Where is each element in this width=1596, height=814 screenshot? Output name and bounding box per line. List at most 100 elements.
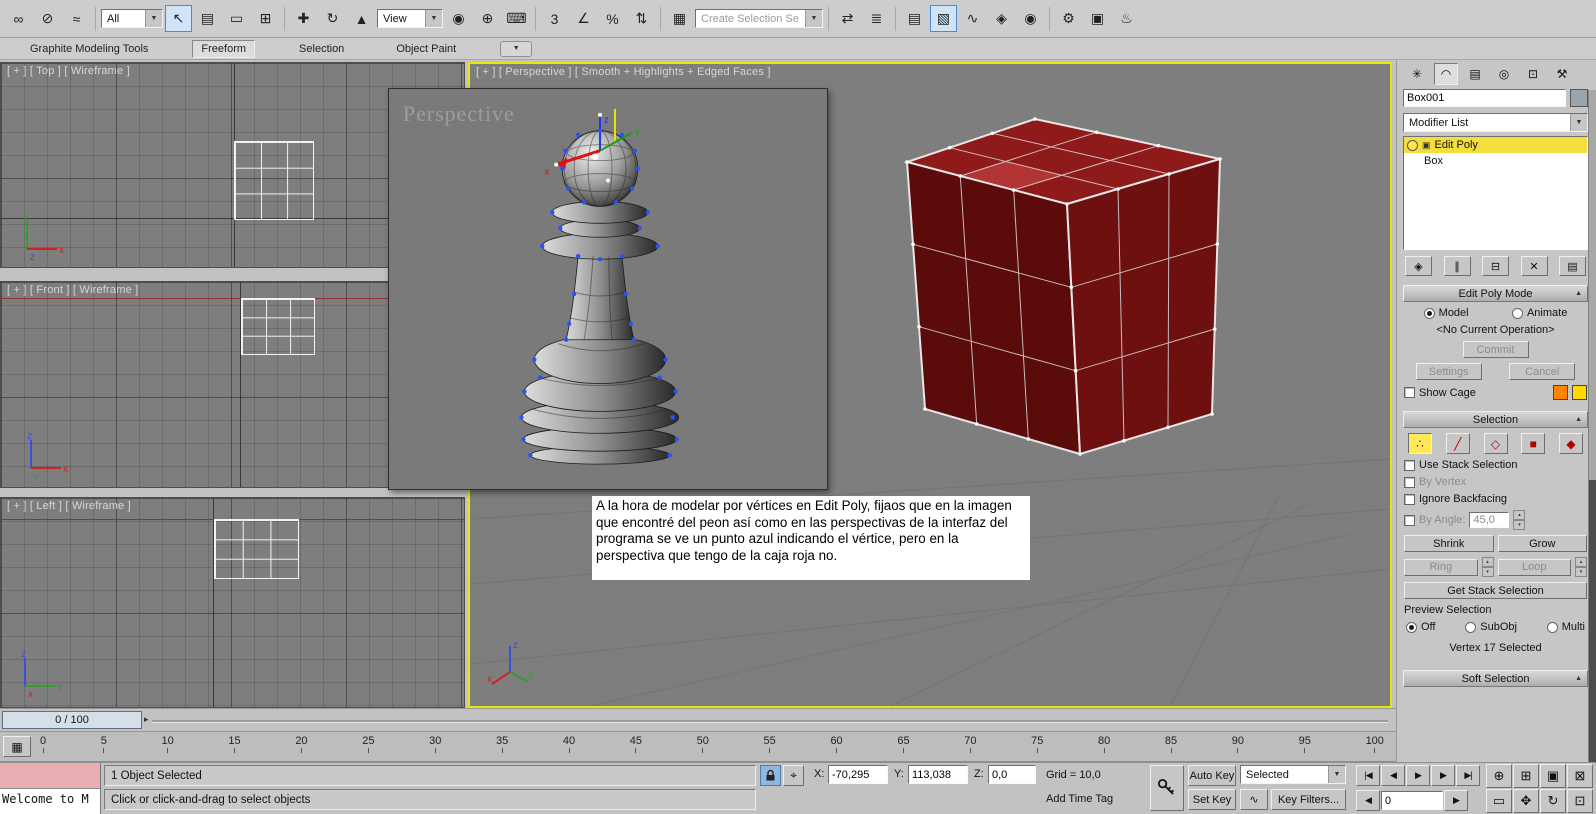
graphite-ribbon-toggle-icon[interactable]: ▧ bbox=[930, 5, 957, 32]
angle-snap-icon[interactable]: ∠ bbox=[570, 5, 597, 32]
model-radio[interactable]: Model bbox=[1423, 307, 1469, 319]
previous-frame-button[interactable]: ◀ bbox=[1381, 765, 1405, 786]
pin-stack-icon[interactable]: ◈ bbox=[1405, 256, 1432, 276]
listener-output[interactable]: Welcome to M bbox=[0, 789, 100, 814]
hierarchy-tab-icon[interactable]: ▤ bbox=[1463, 63, 1487, 85]
selection-set-key-dropdown[interactable]: Selected ▼ bbox=[1240, 765, 1346, 784]
red-box-object[interactable] bbox=[903, 117, 1222, 456]
element-subobject-icon[interactable]: ◆ bbox=[1559, 433, 1583, 454]
tab-selection[interactable]: Selection bbox=[291, 41, 352, 57]
listener-macro-recorder[interactable] bbox=[0, 763, 100, 789]
select-and-manipulate-icon[interactable]: ⊕ bbox=[474, 5, 501, 32]
absolute-mode-toggle-icon[interactable]: ⌖ bbox=[783, 765, 804, 786]
go-to-end-button[interactable]: ▶| bbox=[1456, 765, 1480, 786]
snaps-toggle-icon[interactable]: 3 bbox=[541, 5, 568, 32]
create-tab-icon[interactable]: ✳ bbox=[1405, 63, 1429, 85]
pan-icon[interactable]: ✥ bbox=[1513, 789, 1539, 813]
loop-spinner[interactable]: ▴ ▾ bbox=[1575, 557, 1587, 577]
box-wireframe-left-view[interactable] bbox=[214, 519, 299, 579]
edit-named-selection-sets-icon[interactable]: ▦ bbox=[666, 5, 693, 32]
select-by-name-icon[interactable]: ▤ bbox=[194, 5, 221, 32]
tab-object-paint[interactable]: Object Paint bbox=[388, 41, 464, 57]
cage-color-swatch[interactable] bbox=[1553, 385, 1568, 400]
track-bar[interactable]: ▦ 0 5 10 15 20 25 30 35 40 45 50 55 60 6… bbox=[0, 732, 1396, 762]
polygon-subobject-icon[interactable]: ■ bbox=[1521, 433, 1546, 454]
material-editor-icon[interactable]: ◉ bbox=[1017, 5, 1044, 32]
rendered-frame-window-icon[interactable]: ▣ bbox=[1084, 5, 1111, 32]
rollout-collapse-icon[interactable]: ▲ bbox=[1575, 675, 1582, 682]
rollout-header-edit-poly-mode[interactable]: Edit Poly Mode ▲ bbox=[1403, 285, 1588, 302]
commit-button[interactable]: Commit bbox=[1462, 341, 1529, 358]
cancel-button[interactable]: Cancel bbox=[1509, 363, 1576, 380]
box-wireframe-top-view[interactable] bbox=[234, 141, 314, 220]
by-angle-spinner[interactable]: ▴ ▾ bbox=[1513, 510, 1526, 530]
ribbon-minimize-dropdown[interactable]: ▼ bbox=[500, 40, 533, 57]
align-icon[interactable]: ≣ bbox=[863, 5, 890, 32]
render-setup-icon[interactable]: ⚙ bbox=[1055, 5, 1082, 32]
remove-modifier-icon[interactable]: ✕ bbox=[1520, 256, 1548, 276]
window-crossing-icon[interactable]: ⊞ bbox=[252, 5, 279, 32]
object-name-field[interactable] bbox=[1403, 89, 1566, 107]
next-frame-arrow-icon[interactable]: ▸ bbox=[144, 714, 149, 725]
grow-button[interactable]: Grow bbox=[1497, 535, 1587, 552]
percent-snap-icon[interactable]: % bbox=[599, 5, 626, 32]
ring-button[interactable]: Ring bbox=[1404, 558, 1478, 576]
selection-lock-toggle[interactable] bbox=[760, 765, 781, 786]
layer-manager-icon[interactable]: ▤ bbox=[901, 5, 928, 32]
select-and-link-icon[interactable]: ∞ bbox=[5, 5, 32, 32]
select-and-scale-icon[interactable]: ▲ bbox=[348, 5, 375, 32]
selection-filter-dropdown[interactable]: All ▼ bbox=[101, 9, 163, 28]
ignore-backfacing-checkbox[interactable] bbox=[1404, 493, 1415, 505]
reference-coordinate-system-dropdown[interactable]: View ▼ bbox=[377, 9, 443, 28]
motion-tab-icon[interactable]: ◎ bbox=[1492, 63, 1516, 85]
select-and-rotate-icon[interactable]: ↻ bbox=[319, 5, 346, 32]
mirror-icon[interactable]: ⇄ bbox=[834, 5, 861, 32]
y-coordinate-field[interactable] bbox=[908, 765, 968, 784]
modifier-list-dropdown[interactable]: Modifier List ▼ bbox=[1403, 113, 1588, 132]
make-unique-icon[interactable]: ⊟ bbox=[1482, 256, 1509, 276]
zoom-all-icon[interactable]: ⊞ bbox=[1513, 764, 1539, 788]
preview-subobj-radio[interactable]: SubObj bbox=[1465, 621, 1517, 633]
ring-spinner[interactable]: ▴ ▾ bbox=[1481, 557, 1494, 577]
viewport-left[interactable]: [ + ] [ Left ] [ Wireframe ] z y x bbox=[0, 497, 465, 708]
object-color-swatch[interactable] bbox=[1570, 89, 1588, 107]
key-filters-button[interactable]: Key Filters... bbox=[1271, 789, 1346, 810]
viewport-front-label[interactable]: [ + ] [ Front ] [ Wireframe ] bbox=[7, 284, 138, 296]
preview-multi-radio[interactable]: Multi bbox=[1546, 621, 1585, 633]
command-panel-scrollbar[interactable] bbox=[1588, 90, 1596, 770]
chevron-down-icon[interactable]: ▼ bbox=[145, 10, 162, 27]
schematic-view-icon[interactable]: ◈ bbox=[988, 5, 1015, 32]
by-vertex-checkbox[interactable] bbox=[1404, 476, 1415, 488]
zoom-region-icon[interactable]: ▭ bbox=[1486, 789, 1512, 813]
configure-modifier-sets-icon[interactable]: ▤ bbox=[1559, 256, 1586, 276]
get-stack-selection-button[interactable]: Get Stack Selection bbox=[1404, 582, 1587, 599]
spinner-snap-icon[interactable]: ⇅ bbox=[628, 5, 655, 32]
select-and-move-icon[interactable]: ✚ bbox=[290, 5, 317, 32]
time-slider-track[interactable] bbox=[152, 720, 1388, 722]
previous-key-button[interactable]: ◀ bbox=[1356, 790, 1380, 811]
show-cage-checkbox[interactable] bbox=[1404, 387, 1415, 398]
next-key-button[interactable]: ▶ bbox=[1444, 790, 1468, 811]
default-tangent-icon[interactable]: ∿ bbox=[1240, 789, 1268, 810]
time-slider-handle[interactable]: 0 / 100 bbox=[2, 711, 142, 729]
viewport-perspective-label[interactable]: [ + ] [ Perspective ] [ Smooth + Highlig… bbox=[476, 66, 771, 78]
shrink-button[interactable]: Shrink bbox=[1404, 535, 1494, 552]
cage-selected-color-swatch[interactable] bbox=[1572, 385, 1587, 400]
preview-off-radio[interactable]: Off bbox=[1406, 621, 1435, 633]
by-angle-checkbox[interactable] bbox=[1404, 514, 1415, 526]
utilities-tab-icon[interactable]: ⚒ bbox=[1550, 63, 1574, 85]
by-angle-field[interactable] bbox=[1469, 512, 1510, 528]
chevron-down-icon[interactable]: ▼ bbox=[1570, 114, 1587, 131]
use-stack-selection-checkbox[interactable] bbox=[1404, 459, 1415, 471]
x-coordinate-field[interactable] bbox=[828, 765, 888, 784]
zoom-extents-icon[interactable]: ▣ bbox=[1540, 764, 1566, 788]
chevron-down-icon[interactable]: ▼ bbox=[1328, 766, 1345, 783]
chevron-down-icon[interactable]: ▼ bbox=[805, 10, 822, 27]
stack-item-edit-poly[interactable]: ▣ Edit Poly bbox=[1404, 137, 1587, 153]
scrollbar-thumb[interactable] bbox=[1589, 480, 1596, 770]
viewport-top-label[interactable]: [ + ] [ Top ] [ Wireframe ] bbox=[7, 65, 130, 77]
show-end-result-icon[interactable]: ∥ bbox=[1443, 256, 1471, 276]
viewport-left-label[interactable]: [ + ] [ Left ] [ Wireframe ] bbox=[7, 500, 131, 512]
render-production-icon[interactable]: ♨ bbox=[1113, 5, 1140, 32]
vertex-subobject-icon[interactable]: ∴ bbox=[1408, 433, 1432, 454]
